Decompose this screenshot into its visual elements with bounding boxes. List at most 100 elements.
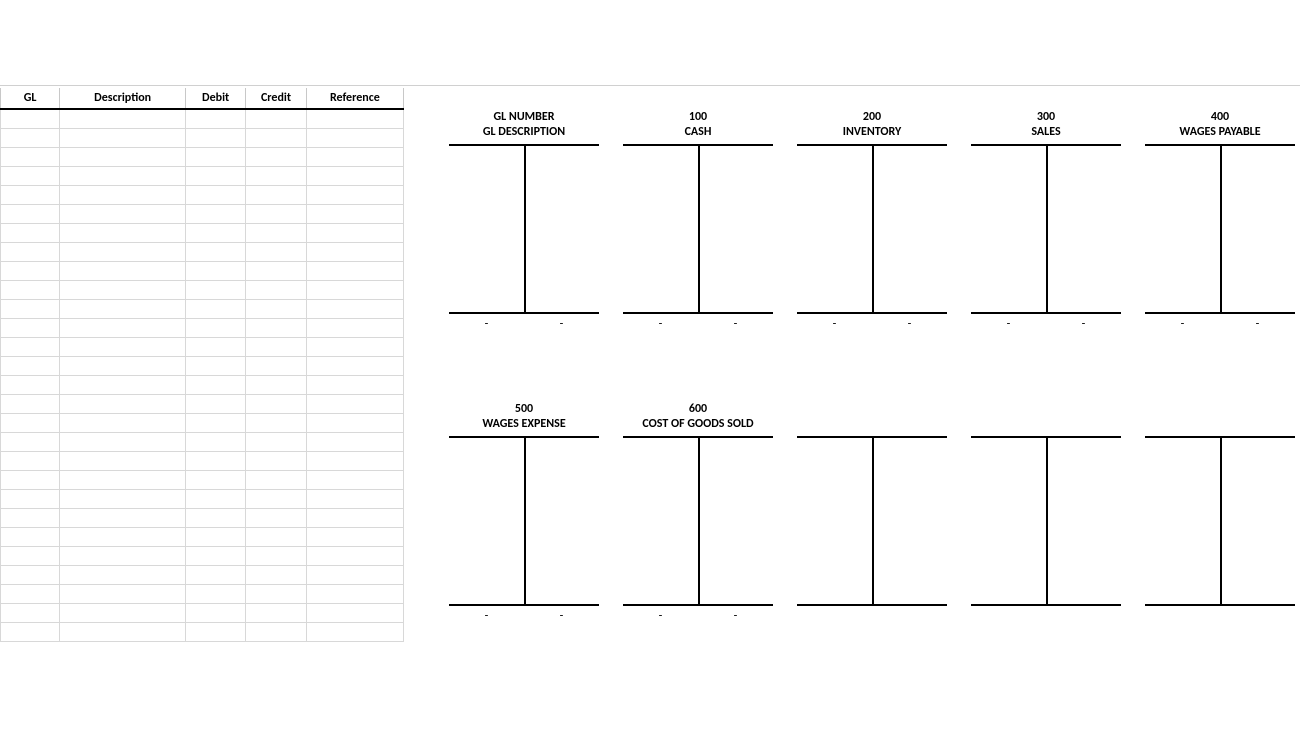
journal-cell[interactable]: [60, 318, 186, 337]
journal-row[interactable]: [1, 584, 404, 603]
journal-cell[interactable]: [1, 375, 60, 394]
journal-cell[interactable]: [246, 375, 306, 394]
journal-cell[interactable]: [246, 356, 306, 375]
journal-cell[interactable]: [60, 204, 186, 223]
journal-cell[interactable]: [306, 546, 403, 565]
journal-cell[interactable]: [246, 280, 306, 299]
journal-cell[interactable]: [1, 508, 60, 527]
journal-row[interactable]: [1, 527, 404, 546]
journal-cell[interactable]: [60, 337, 186, 356]
journal-cell[interactable]: [246, 318, 306, 337]
journal-cell[interactable]: [306, 603, 403, 622]
journal-cell[interactable]: [1, 261, 60, 280]
journal-cell[interactable]: [306, 185, 403, 204]
journal-cell[interactable]: [246, 128, 306, 147]
journal-cell[interactable]: [60, 432, 186, 451]
journal-cell[interactable]: [60, 299, 186, 318]
journal-cell[interactable]: [186, 622, 246, 641]
journal-row[interactable]: [1, 603, 404, 622]
journal-cell[interactable]: [1, 489, 60, 508]
journal-cell[interactable]: [306, 527, 403, 546]
journal-cell[interactable]: [186, 375, 246, 394]
journal-cell[interactable]: [306, 584, 403, 603]
journal-row[interactable]: [1, 337, 404, 356]
journal-row[interactable]: [1, 622, 404, 641]
journal-row[interactable]: [1, 128, 404, 147]
journal-cell[interactable]: [306, 451, 403, 470]
journal-cell[interactable]: [306, 280, 403, 299]
journal-row[interactable]: [1, 280, 404, 299]
journal-cell[interactable]: [186, 128, 246, 147]
journal-cell[interactable]: [246, 242, 306, 261]
journal-cell[interactable]: [1, 432, 60, 451]
journal-row[interactable]: [1, 565, 404, 584]
journal-cell[interactable]: [306, 166, 403, 185]
journal-cell[interactable]: [306, 242, 403, 261]
journal-cell[interactable]: [1, 451, 60, 470]
journal-cell[interactable]: [60, 128, 186, 147]
journal-cell[interactable]: [60, 261, 186, 280]
journal-row[interactable]: [1, 394, 404, 413]
journal-cell[interactable]: [246, 109, 306, 128]
journal-cell[interactable]: [246, 584, 306, 603]
journal-cell[interactable]: [306, 356, 403, 375]
journal-cell[interactable]: [246, 546, 306, 565]
journal-cell[interactable]: [1, 584, 60, 603]
journal-cell[interactable]: [60, 451, 186, 470]
journal-cell[interactable]: [306, 413, 403, 432]
journal-cell[interactable]: [1, 622, 60, 641]
journal-row[interactable]: [1, 109, 404, 128]
journal-row[interactable]: [1, 261, 404, 280]
journal-cell[interactable]: [246, 527, 306, 546]
journal-cell[interactable]: [186, 299, 246, 318]
journal-cell[interactable]: [60, 356, 186, 375]
journal-cell[interactable]: [1, 242, 60, 261]
journal-row[interactable]: [1, 508, 404, 527]
journal-cell[interactable]: [60, 185, 186, 204]
journal-cell[interactable]: [246, 413, 306, 432]
journal-cell[interactable]: [186, 565, 246, 584]
journal-cell[interactable]: [60, 109, 186, 128]
journal-cell[interactable]: [246, 470, 306, 489]
journal-cell[interactable]: [306, 109, 403, 128]
journal-cell[interactable]: [1, 280, 60, 299]
journal-cell[interactable]: [246, 147, 306, 166]
journal-row[interactable]: [1, 470, 404, 489]
journal-cell[interactable]: [186, 603, 246, 622]
journal-cell[interactable]: [306, 223, 403, 242]
journal-cell[interactable]: [60, 166, 186, 185]
journal-cell[interactable]: [1, 603, 60, 622]
journal-cell[interactable]: [1, 128, 60, 147]
journal-cell[interactable]: [246, 565, 306, 584]
journal-cell[interactable]: [186, 337, 246, 356]
journal-row[interactable]: [1, 432, 404, 451]
journal-cell[interactable]: [186, 489, 246, 508]
journal-cell[interactable]: [1, 147, 60, 166]
journal-cell[interactable]: [306, 261, 403, 280]
journal-cell[interactable]: [306, 470, 403, 489]
journal-cell[interactable]: [306, 489, 403, 508]
journal-cell[interactable]: [1, 318, 60, 337]
journal-cell[interactable]: [1, 413, 60, 432]
journal-cell[interactable]: [186, 242, 246, 261]
journal-cell[interactable]: [1, 546, 60, 565]
journal-row[interactable]: [1, 318, 404, 337]
journal-cell[interactable]: [186, 546, 246, 565]
journal-cell[interactable]: [60, 565, 186, 584]
journal-cell[interactable]: [246, 261, 306, 280]
journal-cell[interactable]: [246, 204, 306, 223]
journal-cell[interactable]: [1, 470, 60, 489]
journal-cell[interactable]: [60, 489, 186, 508]
journal-cell[interactable]: [186, 413, 246, 432]
journal-cell[interactable]: [186, 261, 246, 280]
journal-cell[interactable]: [186, 356, 246, 375]
journal-cell[interactable]: [60, 413, 186, 432]
journal-cell[interactable]: [246, 185, 306, 204]
journal-cell[interactable]: [60, 375, 186, 394]
journal-cell[interactable]: [306, 622, 403, 641]
journal-cell[interactable]: [60, 223, 186, 242]
journal-row[interactable]: [1, 223, 404, 242]
journal-cell[interactable]: [186, 109, 246, 128]
journal-row[interactable]: [1, 356, 404, 375]
journal-row[interactable]: [1, 204, 404, 223]
